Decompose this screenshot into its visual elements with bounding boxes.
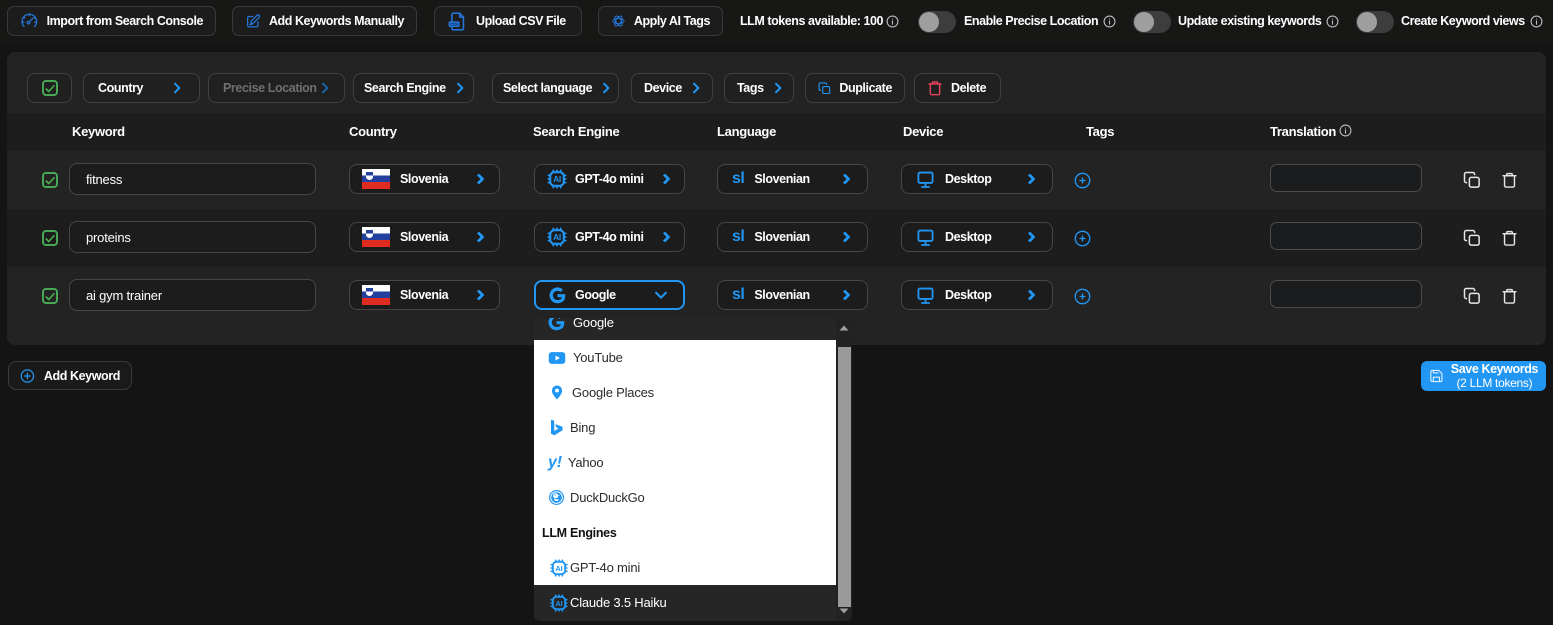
- svg-text:AI: AI: [555, 598, 562, 607]
- svg-text:AI: AI: [555, 563, 562, 572]
- svg-text:AI: AI: [553, 233, 561, 242]
- svg-text:CSV: CSV: [450, 21, 458, 26]
- svg-text:AI: AI: [553, 175, 561, 184]
